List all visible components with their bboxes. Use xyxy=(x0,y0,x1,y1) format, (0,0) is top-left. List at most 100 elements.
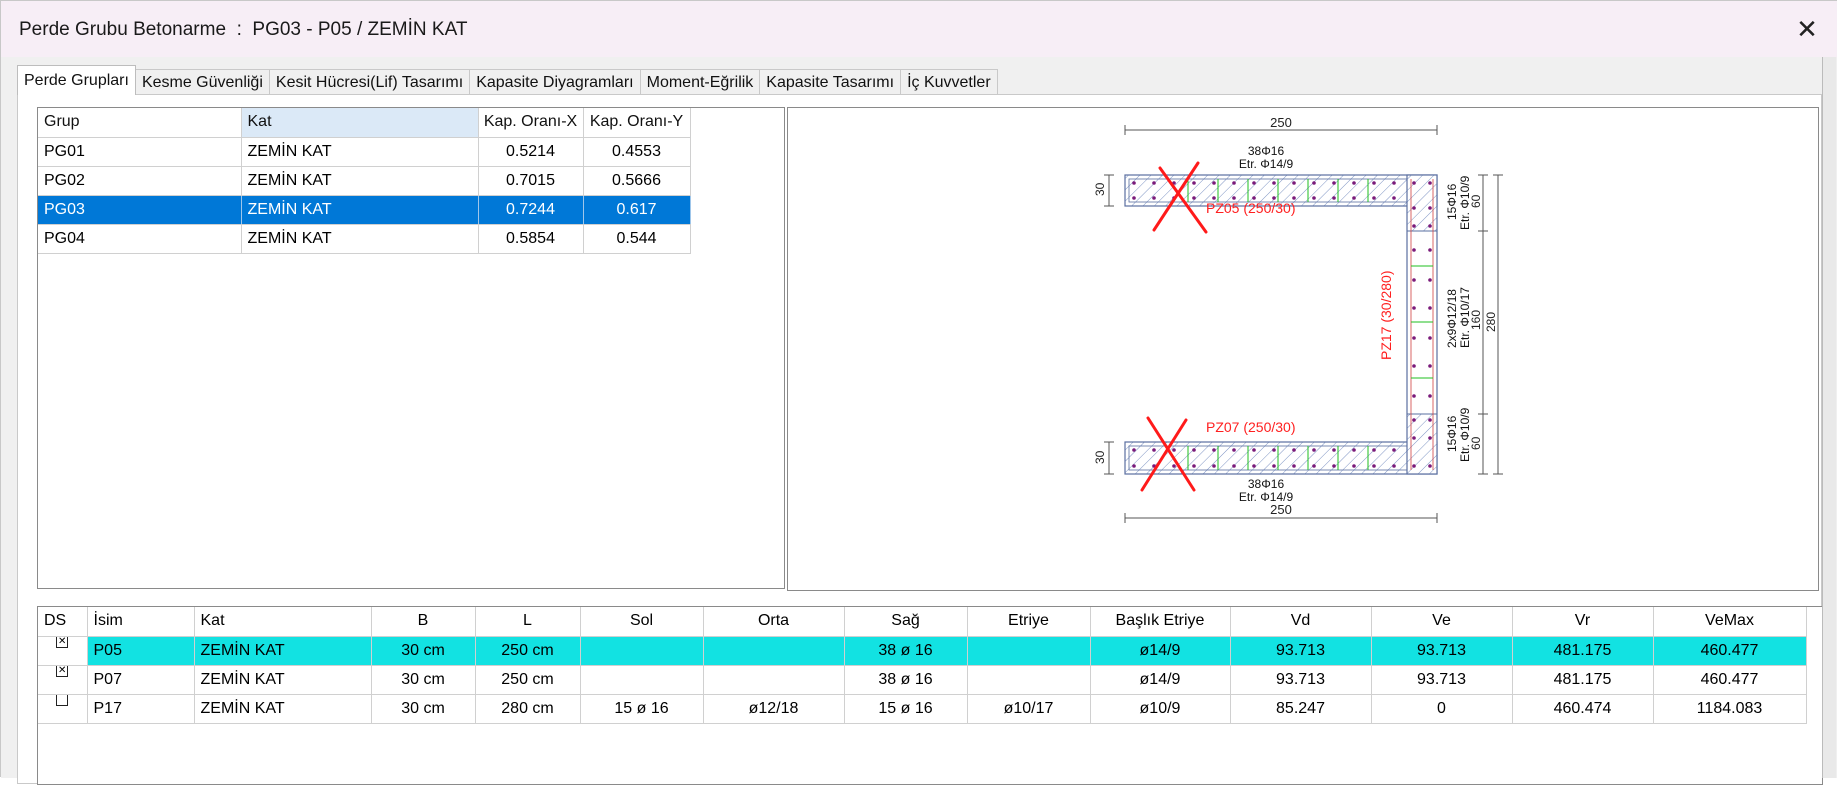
tab-ic-kuvvetler[interactable]: İç Kuvvetler xyxy=(900,69,998,95)
groups-grid[interactable]: Grup Kat Kap. Oranı-X Kap. Oranı-Y PG01 … xyxy=(37,107,785,589)
cell-ve[interactable]: 0 xyxy=(1371,694,1513,724)
cell-baslik-etriye[interactable]: ø14/9 xyxy=(1090,665,1231,695)
tab-kesit-hucresi[interactable]: Kesit Hücresi(Lif) Tasarımı xyxy=(268,69,471,95)
cell-kat[interactable]: ZEMİN KAT xyxy=(241,224,479,254)
cell-grup[interactable]: PG03 xyxy=(38,195,242,225)
bottom-rebar-label: 38Φ16 xyxy=(1248,477,1285,491)
cell-vemax[interactable]: 460.477 xyxy=(1653,636,1807,666)
col-header-grup[interactable]: Grup xyxy=(38,108,242,138)
col-header-etriye[interactable]: Etriye xyxy=(967,607,1091,637)
dim-top-thickness: 30 xyxy=(1093,182,1107,196)
walls-grid[interactable]: DS İsim Kat B L Sol Orta Sağ Etriye Başl… xyxy=(37,606,1823,785)
tab-moment-egrilik[interactable]: Moment-Eğrilik xyxy=(639,69,761,95)
cell-kap-y[interactable]: 0.544 xyxy=(583,224,691,254)
cell-kap-x[interactable]: 0.7015 xyxy=(478,166,584,196)
cell-vr[interactable]: 481.175 xyxy=(1512,665,1654,695)
cell-baslik-etriye[interactable]: ø14/9 xyxy=(1090,636,1231,666)
cell-vd[interactable]: 93.713 xyxy=(1230,665,1372,695)
cell-sag[interactable]: 38 ø 16 xyxy=(844,636,968,666)
table-row[interactable]: P07 ZEMİN KAT 30 cm 250 cm 38 ø 16 ø14/9… xyxy=(38,665,1807,695)
cell-sag[interactable]: 38 ø 16 xyxy=(844,665,968,695)
ds-checkbox[interactable] xyxy=(56,694,69,706)
tab-kesme-guvenligi[interactable]: Kesme Güvenliği xyxy=(134,69,270,95)
cell-ve[interactable]: 93.713 xyxy=(1371,636,1513,666)
col-header-kap-x[interactable]: Kap. Oranı-X xyxy=(478,108,584,138)
cell-kat[interactable]: ZEMİN KAT xyxy=(241,195,479,225)
cell-grup[interactable]: PG01 xyxy=(38,137,242,167)
table-row[interactable]: PG04 ZEMİN KAT 0.5854 0.544 xyxy=(38,224,768,254)
col-header-l[interactable]: L xyxy=(475,607,581,637)
cell-kap-x[interactable]: 0.7244 xyxy=(478,195,584,225)
cell-l[interactable]: 250 cm xyxy=(475,665,581,695)
cell-baslik-etriye[interactable]: ø10/9 xyxy=(1090,694,1231,724)
cell-l[interactable]: 280 cm xyxy=(475,694,581,724)
cell-etriye[interactable] xyxy=(967,665,1091,695)
cell-kat[interactable]: ZEMİN KAT xyxy=(241,166,479,196)
col-header-vr[interactable]: Vr xyxy=(1512,607,1654,637)
col-header-kat[interactable]: Kat xyxy=(194,607,372,637)
table-row-selected[interactable]: PG03 ZEMİN KAT 0.7244 0.617 xyxy=(38,195,768,225)
cell-isim[interactable]: P17 xyxy=(87,694,195,724)
cell-vemax[interactable]: 1184.083 xyxy=(1653,694,1807,724)
cell-etriye[interactable]: ø10/17 xyxy=(967,694,1091,724)
tab-kapasite-diyagramlari[interactable]: Kapasite Diyagramları xyxy=(469,69,641,95)
table-row[interactable]: PG02 ZEMİN KAT 0.7015 0.5666 xyxy=(38,166,768,196)
cell-sol[interactable]: 15 ø 16 xyxy=(580,694,704,724)
col-header-b[interactable]: B xyxy=(371,607,476,637)
cell-orta[interactable] xyxy=(703,636,845,666)
ds-checkbox-cell[interactable] xyxy=(38,694,88,724)
col-header-baslik-etriye[interactable]: Başlık Etriye xyxy=(1090,607,1231,637)
cell-kat[interactable]: ZEMİN KAT xyxy=(194,694,372,724)
cell-grup[interactable]: PG02 xyxy=(38,166,242,196)
cell-vd[interactable]: 93.713 xyxy=(1230,636,1372,666)
close-icon[interactable]: ✕ xyxy=(1790,13,1824,45)
cell-kap-y[interactable]: 0.4553 xyxy=(583,137,691,167)
cell-kap-y[interactable]: 0.5666 xyxy=(583,166,691,196)
col-header-orta[interactable]: Orta xyxy=(703,607,845,637)
col-header-ds[interactable]: DS xyxy=(38,607,88,637)
col-header-ve[interactable]: Ve xyxy=(1371,607,1513,637)
col-header-vd[interactable]: Vd xyxy=(1230,607,1372,637)
cell-kat[interactable]: ZEMİN KAT xyxy=(194,636,372,666)
cell-vemax[interactable]: 460.477 xyxy=(1653,665,1807,695)
cell-ve[interactable]: 93.713 xyxy=(1371,665,1513,695)
cell-kap-x[interactable]: 0.5214 xyxy=(478,137,584,167)
cell-etriye[interactable] xyxy=(967,636,1091,666)
cell-kap-y[interactable]: 0.617 xyxy=(583,195,691,225)
cell-kat[interactable]: ZEMİN KAT xyxy=(194,665,372,695)
cell-kat[interactable]: ZEMİN KAT xyxy=(241,137,479,167)
col-header-vemax[interactable]: VeMax xyxy=(1653,607,1807,637)
ds-checkbox-cell[interactable] xyxy=(38,636,88,666)
cell-b[interactable]: 30 cm xyxy=(371,665,476,695)
table-row[interactable]: P17 ZEMİN KAT 30 cm 280 cm 15 ø 16 ø12/1… xyxy=(38,694,1807,724)
cell-l[interactable]: 250 cm xyxy=(475,636,581,666)
cell-grup[interactable]: PG04 xyxy=(38,224,242,254)
cell-vr[interactable]: 460.474 xyxy=(1512,694,1654,724)
table-row-selected[interactable]: P05 ZEMİN KAT 30 cm 250 cm 38 ø 16 ø14/9… xyxy=(38,636,1807,666)
cell-sol[interactable] xyxy=(580,665,704,695)
cell-vd[interactable]: 85.247 xyxy=(1230,694,1372,724)
section-drawing[interactable]: 250 38Φ16 Etr. Φ14/9 PZ05 (250/30) PZ07 … xyxy=(787,107,1819,591)
col-header-isim[interactable]: İsim xyxy=(87,607,195,637)
ds-checkbox[interactable] xyxy=(56,636,69,648)
cell-isim[interactable]: P05 xyxy=(87,636,195,666)
cell-sol[interactable] xyxy=(580,636,704,666)
col-header-sol[interactable]: Sol xyxy=(580,607,704,637)
col-header-kap-y[interactable]: Kap. Oranı-Y xyxy=(583,108,691,138)
cell-isim[interactable]: P07 xyxy=(87,665,195,695)
dimension-bottom: 250 xyxy=(1124,502,1438,523)
ds-checkbox-cell[interactable] xyxy=(38,665,88,695)
tab-kapasite-tasarimi[interactable]: Kapasite Tasarımı xyxy=(759,69,902,95)
table-row[interactable]: PG01 ZEMİN KAT 0.5214 0.4553 xyxy=(38,137,768,167)
cell-sag[interactable]: 15 ø 16 xyxy=(844,694,968,724)
cell-vr[interactable]: 481.175 xyxy=(1512,636,1654,666)
cell-kap-x[interactable]: 0.5854 xyxy=(478,224,584,254)
ds-checkbox[interactable] xyxy=(56,665,69,677)
cell-b[interactable]: 30 cm xyxy=(371,694,476,724)
cell-orta[interactable]: ø12/18 xyxy=(703,694,845,724)
cell-orta[interactable] xyxy=(703,665,845,695)
cell-b[interactable]: 30 cm xyxy=(371,636,476,666)
col-header-sag[interactable]: Sağ xyxy=(844,607,968,637)
col-header-kat[interactable]: Kat xyxy=(241,108,479,138)
tab-perde-gruplari[interactable]: Perde Grupları xyxy=(17,65,136,95)
